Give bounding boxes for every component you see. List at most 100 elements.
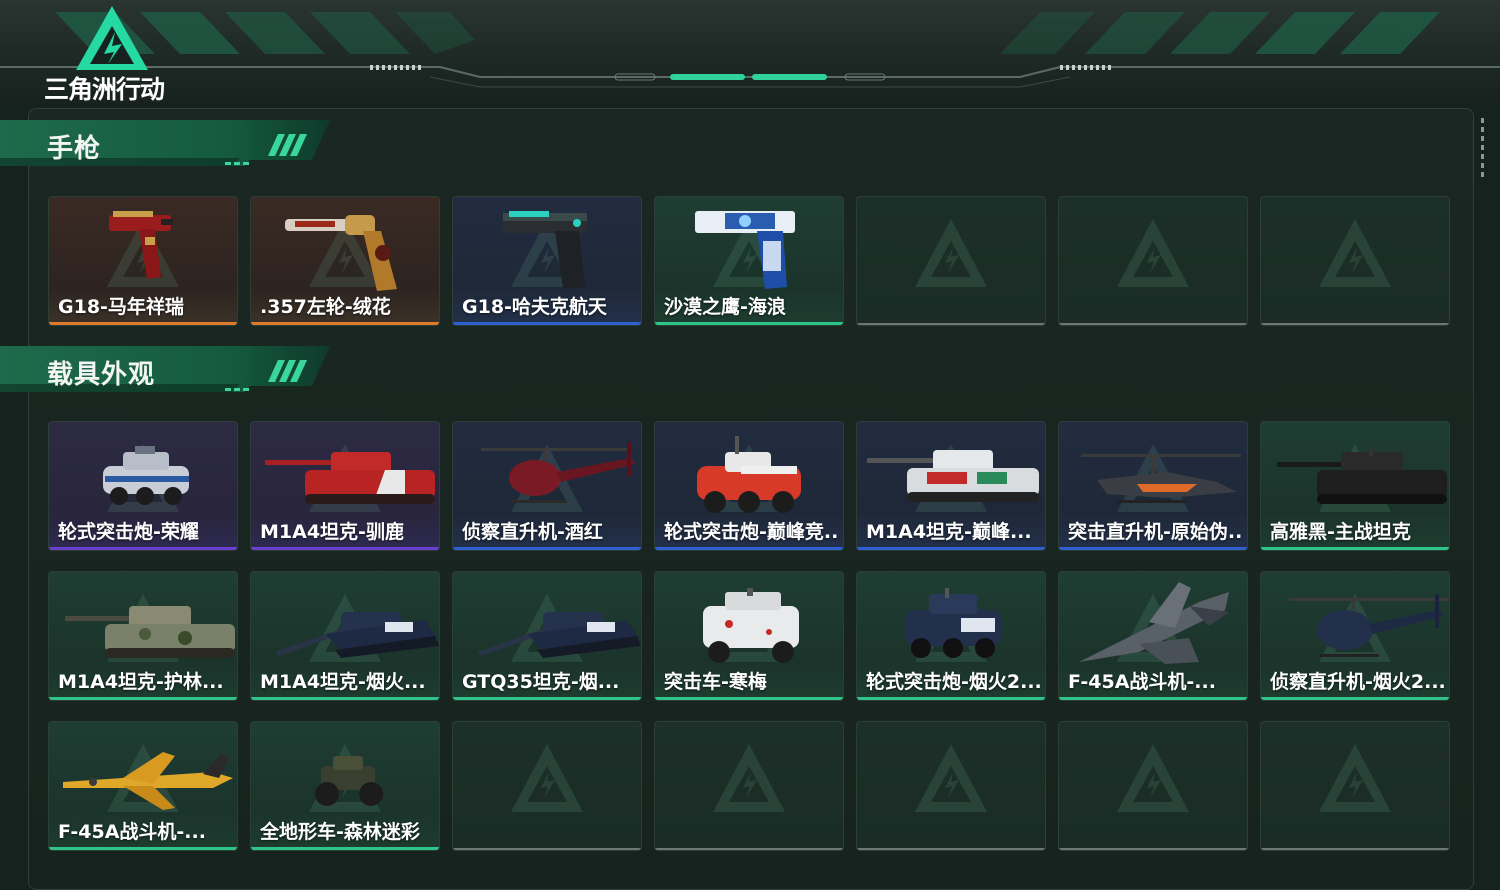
rarity-bar bbox=[453, 697, 641, 700]
rarity-bar bbox=[49, 847, 237, 850]
item-card[interactable]: 沙漠之鹰-海浪 bbox=[654, 196, 844, 326]
empty-slot[interactable] bbox=[856, 196, 1046, 326]
item-card[interactable]: .357左轮-绒花 bbox=[250, 196, 440, 326]
rarity-bar bbox=[1059, 323, 1247, 325]
watermark-logo-icon bbox=[1113, 215, 1193, 299]
rarity-bar bbox=[1059, 547, 1247, 550]
item-card[interactable]: 轮式突击炮-烟火2... bbox=[856, 571, 1046, 701]
pistol-black-icon bbox=[453, 197, 641, 297]
empty-slot[interactable] bbox=[452, 721, 642, 851]
rarity-bar bbox=[655, 547, 843, 550]
rarity-bar bbox=[251, 697, 439, 700]
item-card[interactable]: M1A4坦克-烟火... bbox=[250, 571, 440, 701]
rarity-bar bbox=[655, 322, 843, 325]
tank-red-icon bbox=[251, 422, 439, 522]
item-card[interactable]: G18-哈夫克航天 bbox=[452, 196, 642, 326]
header-stripes-right bbox=[1000, 12, 1440, 54]
helicopter-red-icon bbox=[453, 422, 641, 522]
section-title: 手枪 bbox=[47, 134, 102, 164]
item-card[interactable]: GTQ35坦克-烟... bbox=[452, 571, 642, 701]
rarity-bar bbox=[1261, 848, 1449, 850]
section-header-vehicles: 载具外观 bbox=[0, 346, 340, 398]
item-card[interactable]: 侦察直升机-烟火2... bbox=[1260, 571, 1450, 701]
rarity-bar bbox=[49, 547, 237, 550]
rarity-bar bbox=[49, 697, 237, 700]
header-divider bbox=[0, 65, 1500, 88]
rarity-bar bbox=[453, 848, 641, 850]
rarity-bar bbox=[1261, 323, 1449, 325]
item-card[interactable]: M1A4坦克-巅峰... bbox=[856, 421, 1046, 551]
rarity-bar bbox=[1261, 697, 1449, 700]
tank-white-icon bbox=[857, 422, 1045, 522]
item-name: F-45A战斗机-... bbox=[58, 821, 206, 843]
item-name: F-45A战斗机-... bbox=[1068, 671, 1216, 693]
tank-navy-icon bbox=[453, 572, 641, 672]
watermark-logo-icon bbox=[911, 740, 991, 824]
armored-car-red-icon bbox=[655, 422, 843, 522]
tank-camo-icon bbox=[49, 572, 237, 672]
item-card[interactable]: M1A4坦克-驯鹿 bbox=[250, 421, 440, 551]
item-name: M1A4坦克-巅峰... bbox=[866, 521, 1032, 543]
empty-slot[interactable] bbox=[1260, 196, 1450, 326]
empty-slot[interactable] bbox=[1260, 721, 1450, 851]
item-card[interactable]: F-45A战斗机-... bbox=[48, 721, 238, 851]
item-card[interactable]: 高雅黑-主战坦克 bbox=[1260, 421, 1450, 551]
assault-vehicle-white-icon bbox=[655, 572, 843, 672]
section-title: 载具外观 bbox=[47, 360, 156, 390]
rarity-bar bbox=[857, 323, 1045, 325]
item-name: .357左轮-绒花 bbox=[260, 296, 391, 318]
item-name: 轮式突击炮-烟火2... bbox=[866, 671, 1042, 693]
empty-slot[interactable] bbox=[856, 721, 1046, 851]
rarity-bar bbox=[251, 322, 439, 325]
watermark-logo-icon bbox=[709, 740, 789, 824]
watermark-logo-icon bbox=[1113, 740, 1193, 824]
rarity-bar bbox=[857, 848, 1045, 850]
armored-car-navy-icon bbox=[857, 572, 1045, 672]
rarity-bar bbox=[453, 547, 641, 550]
item-card[interactable]: F-45A战斗机-... bbox=[1058, 571, 1248, 701]
item-name: GTQ35坦克-烟... bbox=[462, 671, 620, 693]
atv-icon bbox=[251, 722, 439, 822]
logo-text: 三角洲行动 bbox=[44, 75, 165, 104]
helicopter-navy-icon bbox=[1261, 572, 1449, 672]
item-card[interactable]: M1A4坦克-护林... bbox=[48, 571, 238, 701]
empty-slot[interactable] bbox=[1058, 721, 1248, 851]
item-name: 侦察直升机-烟火2... bbox=[1270, 671, 1446, 693]
rarity-bar bbox=[1059, 848, 1247, 850]
item-card[interactable]: 突击车-寒梅 bbox=[654, 571, 844, 701]
rarity-bar bbox=[655, 848, 843, 850]
empty-slot[interactable] bbox=[1058, 196, 1248, 326]
tank-navy-icon bbox=[251, 572, 439, 672]
item-name: M1A4坦克-护林... bbox=[58, 671, 224, 693]
revolver-gold-icon bbox=[251, 197, 439, 297]
top-header: 三角洲行动 bbox=[0, 0, 1500, 105]
item-card[interactable]: 突击直升机-原始伪... bbox=[1058, 421, 1248, 551]
item-name: 全地形车-森林迷彩 bbox=[260, 821, 420, 843]
rarity-bar bbox=[251, 847, 439, 850]
rarity-bar bbox=[655, 697, 843, 700]
item-card[interactable]: 轮式突击炮-荣耀 bbox=[48, 421, 238, 551]
item-card[interactable]: 侦察直升机-酒红 bbox=[452, 421, 642, 551]
item-name: 突击直升机-原始伪... bbox=[1068, 521, 1244, 543]
armored-car-icon bbox=[49, 422, 237, 522]
fighter-jet-yellow-icon bbox=[49, 722, 237, 822]
pistol-red-icon bbox=[49, 197, 237, 297]
item-card[interactable]: G18-马年祥瑞 bbox=[48, 196, 238, 326]
fighter-jet-grey-icon bbox=[1059, 572, 1247, 672]
item-name: M1A4坦克-烟火... bbox=[260, 671, 426, 693]
item-card[interactable]: 轮式突击炮-巅峰竞... bbox=[654, 421, 844, 551]
watermark-logo-icon bbox=[507, 740, 587, 824]
desert-eagle-blue-icon bbox=[655, 197, 843, 297]
empty-slot[interactable] bbox=[654, 721, 844, 851]
item-name: 侦察直升机-酒红 bbox=[462, 521, 603, 543]
item-name: 轮式突击炮-荣耀 bbox=[58, 521, 199, 543]
rarity-bar bbox=[251, 547, 439, 550]
item-name: 沙漠之鹰-海浪 bbox=[664, 296, 786, 318]
item-card[interactable]: 全地形车-森林迷彩 bbox=[250, 721, 440, 851]
rarity-bar bbox=[453, 322, 641, 325]
scrollbar-indicator[interactable] bbox=[1481, 118, 1487, 182]
attack-helicopter-icon bbox=[1059, 422, 1247, 522]
tank-black-icon bbox=[1261, 422, 1449, 522]
item-name: M1A4坦克-驯鹿 bbox=[260, 521, 404, 543]
item-name: 突击车-寒梅 bbox=[664, 671, 767, 693]
